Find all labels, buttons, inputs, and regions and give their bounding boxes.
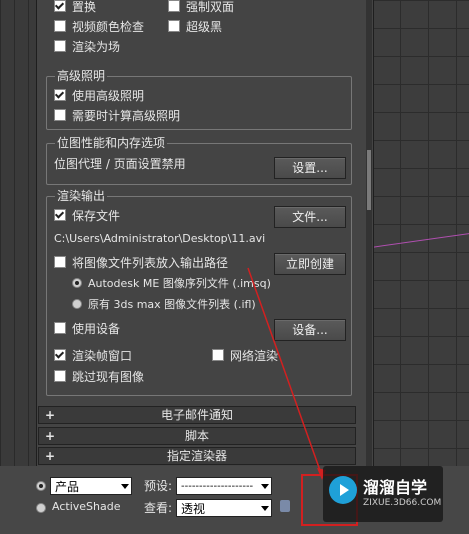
save-file-option[interactable]: 保存文件 <box>54 207 120 225</box>
use-advanced-lighting-checkbox[interactable] <box>54 89 66 101</box>
displacement-option[interactable]: 置换 <box>54 0 96 16</box>
product-mode-radio[interactable] <box>36 481 46 491</box>
net-render-checkbox[interactable] <box>212 349 224 361</box>
rendered-frame-window-option[interactable]: 渲染帧窗口 <box>54 347 132 365</box>
put-images-in-output-path-option[interactable]: 将图像文件列表放入输出路径 <box>54 254 228 272</box>
expand-icon: + <box>45 449 56 463</box>
preset-label: 预设: <box>144 479 173 493</box>
autodesk-sequence-label: Autodesk ME 图像序列文件 (.imsq) <box>88 277 271 290</box>
preset-dropdown-value: -------------------- <box>181 481 254 492</box>
expand-icon: + <box>45 429 56 443</box>
expand-icon: + <box>45 408 56 422</box>
save-file-checkbox[interactable] <box>54 209 66 221</box>
play-logo-icon <box>329 476 357 504</box>
viewport-grid[interactable] <box>372 0 469 534</box>
rendered-frame-window-label: 渲染帧窗口 <box>72 349 133 363</box>
watermark-title: 溜溜自学 <box>363 478 428 497</box>
compute-when-required-option[interactable]: 需要时计算高级照明 <box>54 107 180 125</box>
view-dropdown-value: 透视 <box>181 502 206 516</box>
product-dropdown-value: 产品 <box>55 480 80 494</box>
viewport-curve <box>372 233 469 288</box>
net-render-option[interactable]: 网络渲染 <box>212 347 278 365</box>
chevron-down-icon <box>261 506 269 511</box>
render-to-fields-option[interactable]: 渲染为场 <box>54 38 120 56</box>
put-images-in-output-path-label: 将图像文件列表放入输出路径 <box>72 256 229 270</box>
force-two-sided-option[interactable]: 强制双面 <box>168 0 234 16</box>
displacement-checkbox[interactable] <box>54 0 66 12</box>
bitmap-performance-title: 位图性能和内存选项 <box>55 135 168 151</box>
video-color-check-label: 视频颜色检查 <box>72 20 145 34</box>
watermark-subtitle: ZIXUE.3D66.COM <box>363 498 442 508</box>
super-black-option[interactable]: 超级黑 <box>168 18 222 36</box>
view-label: 查看: <box>144 501 173 515</box>
bitmap-proxy-text: 位图代理 / 页面设置禁用 <box>54 157 186 171</box>
use-device-label: 使用设备 <box>72 322 121 336</box>
rollout-scripts[interactable]: + 脚本 <box>38 427 356 445</box>
use-advanced-lighting-label: 使用高级照明 <box>72 89 145 103</box>
chevron-down-icon <box>261 484 269 489</box>
force-two-sided-checkbox[interactable] <box>168 0 180 12</box>
legacy-ifl-option[interactable]: 原有 3ds max 图像文件列表 (.ifl) <box>72 296 256 314</box>
video-color-check-option[interactable]: 视频颜色检查 <box>54 18 144 36</box>
autodesk-sequence-radio[interactable] <box>72 278 82 288</box>
product-dropdown[interactable]: 产品 <box>50 477 132 495</box>
activeshade-label: ActiveShade <box>52 500 121 513</box>
render-to-fields-label: 渲染为场 <box>72 40 121 54</box>
autodesk-sequence-option[interactable]: Autodesk ME 图像序列文件 (.imsq) <box>72 275 271 293</box>
advanced-lighting-title: 高级照明 <box>55 68 108 84</box>
rollout-email-notification[interactable]: + 电子邮件通知 <box>38 406 356 424</box>
skip-existing-option[interactable]: 跳过现有图像 <box>54 368 144 386</box>
legacy-ifl-radio[interactable] <box>72 299 82 309</box>
left-viewport-strip <box>0 0 36 470</box>
activeshade-mode-radio[interactable] <box>36 503 46 513</box>
panel-scrollbar[interactable] <box>366 0 372 466</box>
lock-icon[interactable] <box>280 500 290 512</box>
use-advanced-lighting-option[interactable]: 使用高级照明 <box>54 87 144 105</box>
scrollbar-thumb[interactable] <box>367 150 371 210</box>
output-path: C:\Users\Administrator\Desktop\11.avi <box>54 232 266 245</box>
view-dropdown[interactable]: 透视 <box>176 499 272 517</box>
bitmap-setup-button[interactable]: 设置... <box>274 157 346 179</box>
legacy-ifl-label: 原有 3ds max 图像文件列表 (.ifl) <box>88 298 256 311</box>
watermark: 溜溜自学 ZIXUE.3D66.COM <box>323 466 443 522</box>
compute-when-required-label: 需要时计算高级照明 <box>72 109 181 123</box>
put-images-in-output-path-checkbox[interactable] <box>54 256 66 268</box>
net-render-label: 网络渲染 <box>230 349 279 363</box>
super-black-checkbox[interactable] <box>168 20 180 32</box>
render-to-fields-checkbox[interactable] <box>54 40 66 52</box>
use-device-checkbox[interactable] <box>54 322 66 334</box>
rendered-frame-window-checkbox[interactable] <box>54 349 66 361</box>
rollout-assign-renderer[interactable]: + 指定渲染器 <box>38 447 356 465</box>
devices-button[interactable]: 设备... <box>274 319 346 341</box>
chevron-down-icon <box>121 484 129 489</box>
file-button[interactable]: 文件... <box>274 206 346 228</box>
preset-dropdown[interactable]: -------------------- <box>176 477 272 495</box>
skip-existing-label: 跳过现有图像 <box>72 370 145 384</box>
compute-when-required-checkbox[interactable] <box>54 109 66 121</box>
video-color-check-checkbox[interactable] <box>54 20 66 32</box>
use-device-option[interactable]: 使用设备 <box>54 320 120 338</box>
force-two-sided-label: 强制双面 <box>186 0 235 14</box>
create-now-button[interactable]: 立即创建 <box>274 253 346 275</box>
displacement-label: 置换 <box>72 0 97 14</box>
save-file-label: 保存文件 <box>72 209 121 223</box>
rollout-scripts-label: 脚本 <box>184 429 209 443</box>
super-black-label: 超级黑 <box>186 20 223 34</box>
render-output-title: 渲染输出 <box>55 188 108 204</box>
rollout-assign-renderer-label: 指定渲染器 <box>166 449 227 463</box>
skip-existing-checkbox[interactable] <box>54 370 66 382</box>
rollout-email-label: 电子邮件通知 <box>160 408 233 422</box>
